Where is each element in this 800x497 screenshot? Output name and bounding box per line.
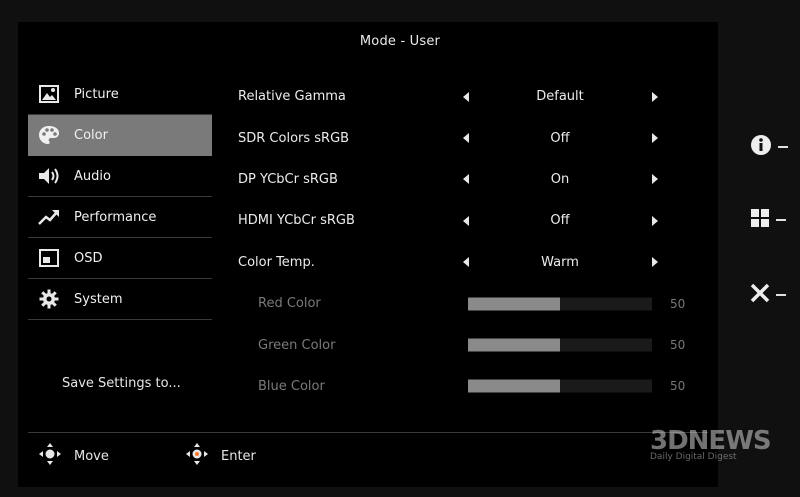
hint-move: Move	[38, 442, 109, 470]
side-button-info[interactable]	[750, 132, 790, 162]
speaker-icon	[38, 165, 60, 187]
dash-marker	[778, 146, 788, 148]
setting-label: HDMI YCbCr sRGB	[238, 213, 355, 229]
close-icon	[750, 283, 770, 307]
slider-track[interactable]	[468, 338, 652, 352]
settings-panel: Relative Gamma Default SDR Colors sRGB O…	[238, 76, 708, 407]
hint-move-label: Move	[74, 448, 109, 464]
footer-divider	[28, 432, 708, 433]
sidebar-item-label: OSD	[74, 250, 103, 266]
arrow-right-icon[interactable]	[652, 257, 658, 268]
slider-blue-color[interactable]: Blue Color 50	[238, 366, 708, 407]
osd-window-icon	[38, 247, 60, 269]
setting-color-temp[interactable]: Color Temp. Warm	[238, 242, 708, 283]
slider-track[interactable]	[468, 297, 652, 311]
grid-icon	[750, 208, 770, 232]
arrow-right-icon[interactable]	[652, 133, 658, 144]
page-title: Mode - User	[359, 34, 441, 49]
joystick-move-icon	[38, 442, 62, 470]
setting-relative-gamma[interactable]: Relative Gamma Default	[238, 76, 708, 117]
trend-arrow-icon	[38, 206, 60, 228]
setting-value: Default	[536, 89, 584, 105]
slider-value: 50	[670, 338, 686, 353]
setting-label: Relative Gamma	[238, 89, 346, 105]
sidebar-item-color[interactable]: Color	[28, 115, 212, 156]
sidebar-item-label: Audio	[74, 168, 111, 184]
slider-track[interactable]	[468, 379, 652, 393]
arrow-right-icon[interactable]	[652, 174, 658, 185]
gear-icon	[38, 288, 60, 310]
arrow-left-icon[interactable]	[463, 215, 469, 226]
info-icon	[750, 134, 772, 160]
palette-icon	[38, 124, 60, 146]
setting-value: Off	[550, 130, 570, 146]
dash-marker	[776, 219, 786, 221]
slider-label: Red Color	[258, 296, 321, 312]
side-button-close[interactable]	[750, 280, 790, 310]
setting-value: Warm	[541, 254, 579, 270]
setting-label: DP YCbCr sRGB	[238, 171, 338, 187]
setting-dp-ycbcr-srgb[interactable]: DP YCbCr sRGB On	[238, 159, 708, 200]
sidebar-item-label: System	[74, 291, 123, 307]
sidebar-item-system[interactable]: System	[28, 279, 212, 320]
arrow-right-icon[interactable]	[652, 215, 658, 226]
hint-enter-label: Enter	[221, 448, 256, 464]
slider-label: Green Color	[258, 337, 336, 353]
arrow-left-icon[interactable]	[463, 91, 469, 102]
sidebar-item-picture[interactable]: Picture	[28, 74, 212, 115]
watermark-logo: 3DNEWS Daily Digital Digest	[650, 426, 790, 466]
slider-value: 50	[670, 296, 686, 311]
setting-sdr-colors-srgb[interactable]: SDR Colors sRGB Off	[238, 117, 708, 158]
side-button-grid[interactable]	[750, 205, 790, 235]
arrow-left-icon[interactable]	[463, 174, 469, 185]
setting-label: Color Temp.	[238, 254, 315, 270]
save-settings-button[interactable]: Save Settings to...	[62, 376, 181, 391]
setting-value: Off	[550, 213, 570, 229]
sidebar-item-osd[interactable]: OSD	[28, 238, 212, 279]
setting-value: On	[550, 171, 570, 187]
sidebar: Picture Color Audio Performance OSD Syst…	[28, 74, 212, 320]
sidebar-item-audio[interactable]: Audio	[28, 156, 212, 197]
setting-label: SDR Colors sRGB	[238, 130, 350, 146]
sidebar-item-label: Color	[74, 127, 108, 143]
joystick-enter-icon	[185, 442, 209, 470]
arrow-left-icon[interactable]	[463, 257, 469, 268]
slider-label: Blue Color	[258, 378, 325, 394]
slider-fill	[468, 338, 560, 352]
setting-hdmi-ycbcr-srgb[interactable]: HDMI YCbCr sRGB Off	[238, 200, 708, 241]
arrow-left-icon[interactable]	[463, 133, 469, 144]
slider-green-color[interactable]: Green Color 50	[238, 324, 708, 365]
slider-red-color[interactable]: Red Color 50	[238, 283, 708, 324]
sidebar-item-performance[interactable]: Performance	[28, 197, 212, 238]
slider-fill	[468, 297, 560, 311]
dash-marker	[776, 294, 786, 296]
slider-fill	[468, 379, 560, 393]
sidebar-item-label: Picture	[74, 86, 119, 102]
hint-enter: Enter	[185, 442, 256, 470]
arrow-right-icon[interactable]	[652, 91, 658, 102]
picture-icon	[38, 83, 60, 105]
slider-value: 50	[670, 379, 686, 394]
sidebar-item-label: Performance	[74, 209, 157, 225]
